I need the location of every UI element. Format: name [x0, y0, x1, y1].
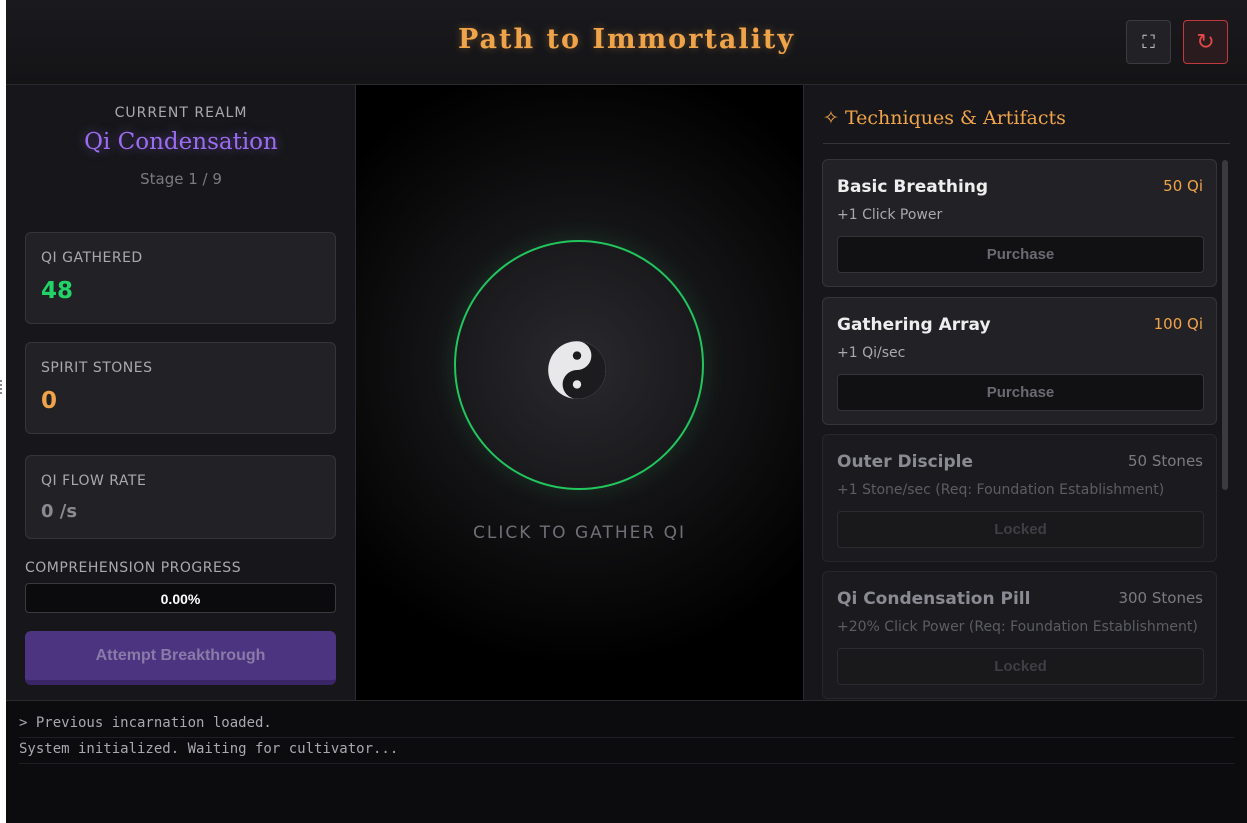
qi-flow-rate-value: 0 /s	[41, 501, 78, 522]
fullscreen-icon: ⛶	[1142, 31, 1155, 53]
locked-button[interactable]: Locked	[837, 511, 1204, 548]
progress-text: 0.00%	[160, 591, 201, 607]
shop-panel: ✧ Techniques & Artifacts Basic Breathing…	[803, 85, 1247, 700]
event-log: > Previous incarnation loaded. System in…	[6, 700, 1247, 823]
breakthrough-button[interactable]: Attempt Breakthrough	[25, 631, 336, 685]
item-name: Basic Breathing	[837, 177, 989, 197]
item-description: +20% Click Power (Req: Foundation Establ…	[837, 619, 1198, 635]
item-name: Outer Disciple	[837, 452, 973, 472]
spirit-stones-card: SPIRIT STONES 0	[25, 342, 336, 434]
gather-area: CLICK TO GATHER QI	[356, 85, 803, 700]
purchase-button[interactable]: Purchase	[837, 236, 1204, 273]
item-description: +1 Qi/sec	[837, 345, 906, 361]
comprehension-progress-bar: 0.00%	[25, 583, 336, 613]
item-cost: 300 Stones	[1118, 589, 1203, 607]
reset-icon: ↻	[1196, 29, 1215, 55]
spirit-stones-label: SPIRIT STONES	[41, 360, 153, 376]
item-cost: 100 Qi	[1153, 315, 1203, 333]
status-panel: CURRENT REALM Qi Condensation Stage 1 / …	[6, 85, 356, 700]
qi-orb-button[interactable]	[454, 240, 704, 490]
reset-button[interactable]: ↻	[1183, 20, 1228, 64]
item-name: Qi Condensation Pill	[837, 589, 1031, 609]
item-description: +1 Stone/sec (Req: Foundation Establishm…	[837, 482, 1165, 498]
realm-name: Qi Condensation	[84, 129, 278, 155]
qi-gathered-value: 48	[41, 278, 74, 304]
gather-instruction: CLICK TO GATHER QI	[473, 523, 686, 543]
game-title: Path to Immortality	[457, 24, 796, 55]
purchase-button[interactable]: Purchase	[837, 374, 1204, 411]
progress-label: COMPREHENSION PROGRESS	[25, 560, 242, 576]
realm-label: CURRENT REALM	[114, 105, 248, 121]
item-name: Gathering Array	[837, 315, 991, 335]
shop-item-locked: Qi Condensation Pill 300 Stones +20% Cli…	[822, 571, 1217, 699]
fullscreen-button[interactable]: ⛶	[1126, 20, 1171, 64]
item-cost: 50 Stones	[1128, 452, 1203, 470]
realm-stage: Stage 1 / 9	[140, 170, 222, 188]
log-line: System initialized. Waiting for cultivat…	[19, 739, 1234, 764]
item-cost: 50 Qi	[1163, 177, 1203, 195]
shop-item: Gathering Array 100 Qi +1 Qi/sec Purchas…	[822, 297, 1217, 425]
game-app: Path to Immortality ⛶ ↻ CURRENT REALM Qi…	[6, 0, 1247, 823]
qi-flow-rate-card: QI FLOW RATE 0 /s	[25, 455, 336, 539]
spirit-stones-value: 0	[41, 388, 58, 414]
qi-flow-rate-label: QI FLOW RATE	[41, 473, 147, 489]
log-line: > Previous incarnation loaded.	[19, 713, 1234, 738]
shop-title: ✧ Techniques & Artifacts	[823, 107, 1066, 129]
shop-divider	[823, 143, 1230, 144]
shop-item: Basic Breathing 50 Qi +1 Click Power Pur…	[822, 159, 1217, 287]
resize-handle[interactable]	[0, 380, 2, 394]
qi-gathered-card: QI GATHERED 48	[25, 232, 336, 324]
shop-item-locked: Outer Disciple 50 Stones +1 Stone/sec (R…	[822, 434, 1217, 562]
yin-yang-icon	[548, 341, 606, 399]
shop-scrollbar[interactable]	[1222, 160, 1228, 490]
qi-gathered-label: QI GATHERED	[41, 250, 143, 266]
header: Path to Immortality ⛶ ↻	[6, 0, 1247, 85]
locked-button[interactable]: Locked	[837, 648, 1204, 685]
item-description: +1 Click Power	[837, 207, 943, 223]
